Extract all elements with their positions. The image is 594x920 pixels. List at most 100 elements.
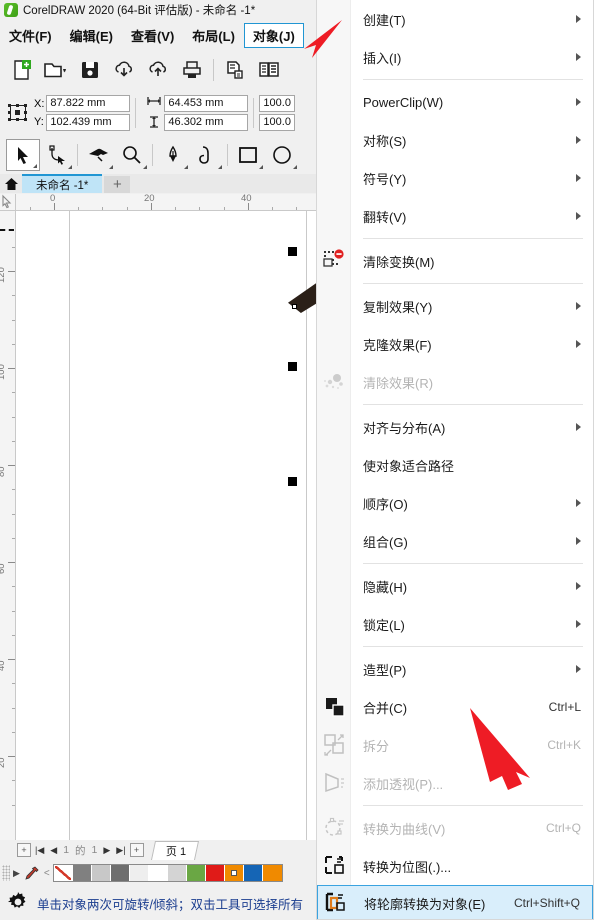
menu-item-powerclip[interactable]: PowerClip(W): [317, 83, 593, 121]
menu-file[interactable]: 文件(F): [0, 23, 61, 48]
menu-layout[interactable]: 布局(L): [183, 23, 244, 48]
current-page-number: 1: [63, 844, 70, 856]
gear-icon[interactable]: [6, 890, 32, 916]
add-page-before-button[interactable]: +: [17, 843, 31, 857]
outline-to-object-icon: [322, 889, 350, 917]
perspective-icon: [321, 769, 349, 797]
flyout-arrow-icon: [68, 165, 72, 169]
drawing-canvas[interactable]: [16, 211, 316, 840]
x-position-input[interactable]: 87.822 mm: [46, 95, 131, 112]
standard-toolbar: [0, 50, 316, 90]
page-navigator: + |◀ ◀ 1 的 1 ▶ ▶| + 页 1: [16, 840, 316, 860]
new-document-icon[interactable]: [5, 53, 39, 87]
menu-object[interactable]: 对象(J): [243, 22, 304, 48]
swatch-green[interactable]: [186, 865, 206, 881]
menu-item-lock[interactable]: 锁定(L): [317, 605, 593, 643]
eyedropper-icon[interactable]: [23, 866, 41, 880]
menu-item-shaping[interactable]: 造型(P): [317, 650, 593, 688]
vertical-ruler[interactable]: 120 100 80 60 40 20: [0, 211, 16, 840]
next-page-button[interactable]: ▶: [100, 845, 113, 856]
home-icon[interactable]: [0, 174, 22, 193]
menu-separator: [363, 646, 583, 647]
width-input[interactable]: 64.453 mm: [164, 95, 249, 112]
selection-handle[interactable]: [288, 477, 297, 486]
first-page-button[interactable]: |◀: [32, 845, 47, 856]
menu-item-copy-effect[interactable]: 复制效果(Y): [317, 287, 593, 325]
menu-item-symmetry[interactable]: 对称(S): [317, 121, 593, 159]
selection-handle[interactable]: [288, 362, 297, 371]
menu-item-convert-outline-to-object[interactable]: 将轮廓转换为对象(E) Ctrl+Shift+Q: [317, 885, 593, 919]
menu-item-combine[interactable]: 合并(C) Ctrl+L: [317, 688, 593, 726]
pdf-page-icon[interactable]: [218, 53, 252, 87]
swatch-red[interactable]: [205, 865, 225, 881]
save-disk-icon[interactable]: [73, 53, 107, 87]
menu-item-create[interactable]: 创建(T): [317, 0, 593, 38]
rectangle-tool[interactable]: [231, 139, 265, 171]
object-origin-icon[interactable]: [5, 100, 31, 126]
crop-tool[interactable]: [81, 139, 115, 171]
swatch-blue[interactable]: [243, 865, 263, 881]
pick-tool[interactable]: [6, 139, 40, 171]
swatch-orange[interactable]: [262, 865, 282, 881]
height-input[interactable]: 46.302 mm: [164, 114, 249, 131]
cloud-upload-icon[interactable]: [141, 53, 175, 87]
artistic-media-tool[interactable]: [190, 139, 224, 171]
document-tab-untitled[interactable]: 未命名 -1*: [22, 174, 103, 193]
menu-view[interactable]: 查看(V): [122, 23, 183, 48]
menu-item-convert-to-bitmap[interactable]: 转换为位图(.)...: [317, 847, 593, 885]
menu-edit[interactable]: 编辑(E): [61, 23, 122, 48]
toolbar-separator: [213, 59, 214, 81]
submenu-arrow-icon: [576, 302, 581, 310]
swatch-no-color[interactable]: [53, 865, 73, 881]
palette-scroll-left-icon[interactable]: <: [41, 868, 53, 879]
swatch-gray-20[interactable]: [167, 865, 187, 881]
swatch-gray-30[interactable]: [91, 865, 111, 881]
add-page-after-button[interactable]: +: [129, 843, 144, 857]
scale-x-input[interactable]: 100.0: [259, 95, 296, 112]
horizontal-ruler[interactable]: 0 20 40: [16, 194, 316, 211]
swatch-gray-05[interactable]: [129, 865, 149, 881]
menu-item-group[interactable]: 组合(G): [317, 522, 593, 560]
swatch-white[interactable]: [148, 865, 168, 881]
menu-item-clear-transform[interactable]: 清除变换(M): [317, 242, 593, 280]
palette-scroll-right-icon[interactable]: ▶: [10, 868, 23, 879]
shape-tool[interactable]: [40, 139, 74, 171]
menu-item-order[interactable]: 顺序(O): [317, 484, 593, 522]
hruler-label-0: 0: [50, 194, 56, 204]
prev-page-button[interactable]: ◀: [47, 845, 60, 856]
freehand-tool[interactable]: [156, 139, 190, 171]
menu-item-label: 合并(C): [363, 700, 408, 716]
scale-y-input[interactable]: 100.0: [259, 114, 296, 131]
swatch-orange-selected[interactable]: [224, 865, 244, 881]
palette-grip-handle[interactable]: [2, 865, 10, 881]
ellipse-tool[interactable]: [265, 139, 299, 171]
menu-item-align-distribute[interactable]: 对齐与分布(A): [317, 408, 593, 446]
open-folder-icon[interactable]: [39, 53, 73, 87]
y-position-input[interactable]: 102.439 mm: [46, 114, 131, 131]
submenu-arrow-icon: [576, 620, 581, 628]
flyout-arrow-icon: [184, 165, 188, 169]
menu-item-clone-effect[interactable]: 克隆效果(F): [317, 325, 593, 363]
ruler-corner[interactable]: [0, 194, 16, 211]
zoom-tool[interactable]: [115, 139, 149, 171]
menu-item-insert[interactable]: 插入(I): [317, 38, 593, 76]
swatch-gray-50[interactable]: [110, 865, 130, 881]
swatch-gray-60[interactable]: [72, 865, 92, 881]
new-document-tab-button[interactable]: +: [104, 176, 131, 193]
menu-item-symbol[interactable]: 符号(Y): [317, 159, 593, 197]
vruler-label-20: 20: [0, 757, 7, 768]
menu-item-flip[interactable]: 翻转(V): [317, 197, 593, 235]
menu-item-hide[interactable]: 隐藏(H): [317, 567, 593, 605]
menu-item-fit-object-to-path[interactable]: 使对象适合路径: [317, 446, 593, 484]
printer-icon[interactable]: [175, 53, 209, 87]
submenu-arrow-icon: [576, 340, 581, 348]
page-tab-1[interactable]: 页 1: [150, 840, 199, 860]
copy-pages-icon[interactable]: [252, 53, 286, 87]
submenu-arrow-icon: [576, 499, 581, 507]
cloud-download-icon[interactable]: [107, 53, 141, 87]
convert-curves-icon: [321, 814, 349, 842]
page-left-edge: [69, 211, 70, 840]
selection-handle[interactable]: [288, 247, 297, 256]
last-page-button[interactable]: ▶|: [113, 845, 128, 856]
selection-node[interactable]: [292, 304, 297, 309]
